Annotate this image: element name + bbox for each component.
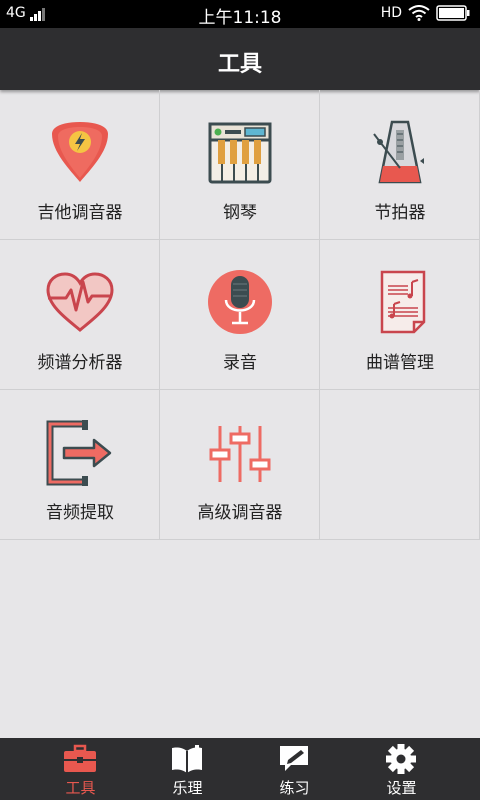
tool-label: 钢琴 (223, 203, 257, 223)
title-bar: 工具 (0, 28, 480, 90)
equalizer-sliders-icon (209, 426, 271, 482)
tool-label: 高级调音器 (197, 503, 283, 523)
guitar-pick-icon (52, 122, 108, 182)
empty-grid-cell (320, 390, 480, 540)
tool-piano[interactable]: 钢琴 (160, 90, 320, 240)
tab-label: 练习 (279, 779, 310, 797)
status-right: HD (381, 5, 470, 21)
tab-tools[interactable]: 工具 (27, 738, 134, 800)
tool-guitar-tuner[interactable]: 吉他调音器 (0, 90, 160, 240)
tool-audio-extraction[interactable]: 音频提取 (0, 390, 160, 540)
tool-advanced-tuner[interactable]: 高级调音器 (160, 390, 320, 540)
heart-spectrum-icon (46, 272, 114, 332)
toolbox-icon (64, 744, 96, 772)
wifi-icon (408, 5, 430, 21)
status-bar: 4G 上午11:18 HD (0, 0, 480, 28)
bottom-tab-bar: 工具 乐理 练习 设置 (0, 738, 480, 800)
gear-icon (386, 744, 416, 774)
tool-label: 音频提取 (46, 503, 114, 523)
tool-grid: 吉他调音器 钢琴 节拍器 频谱分析器 录音 曲谱管理 音频提取 高级调音器 (0, 90, 480, 540)
tool-metronome[interactable]: 节拍器 (320, 90, 480, 240)
tool-label: 吉他调音器 (37, 203, 123, 223)
tool-label: 频谱分析器 (37, 353, 123, 373)
tool-recorder[interactable]: 录音 (160, 240, 320, 390)
tool-label: 节拍器 (374, 203, 426, 223)
piano-icon (208, 122, 272, 184)
tab-label: 设置 (386, 779, 417, 797)
tab-settings[interactable]: 设置 (348, 738, 455, 800)
tool-spectrum-analyzer[interactable]: 频谱分析器 (0, 240, 160, 390)
microphone-icon (208, 270, 272, 334)
tool-label: 曲谱管理 (366, 353, 434, 373)
metronome-icon (373, 120, 424, 184)
tab-music-theory[interactable]: 乐理 (134, 738, 241, 800)
audio-extract-icon (46, 420, 112, 486)
tab-label: 工具 (65, 779, 96, 797)
battery-icon (436, 5, 470, 21)
tab-label: 乐理 (172, 779, 203, 797)
sheet-music-icon (380, 270, 426, 334)
hd-indicator: HD (380, 5, 402, 21)
pencil-chat-icon (280, 746, 308, 771)
page-title: 工具 (217, 52, 262, 77)
tab-practice[interactable]: 练习 (241, 738, 348, 800)
tool-score-management[interactable]: 曲谱管理 (320, 240, 480, 390)
tool-label: 录音 (223, 353, 257, 373)
open-book-icon (172, 745, 202, 773)
